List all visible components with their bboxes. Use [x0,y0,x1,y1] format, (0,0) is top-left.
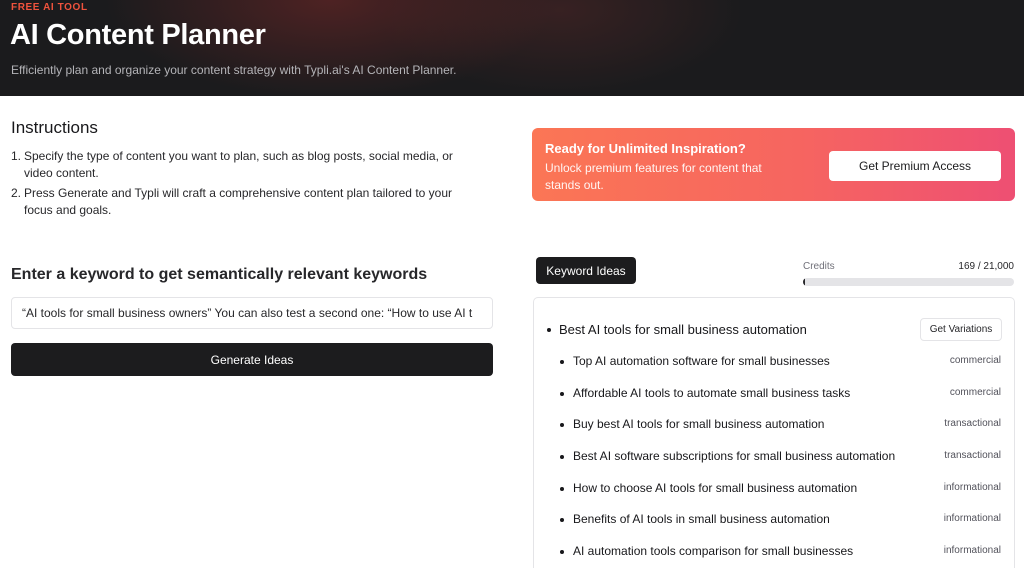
keyword-text: Affordable AI tools to automate small bu… [573,385,851,400]
bullet-icon [560,550,564,555]
keyword-row: Buy best AI tools for small business aut… [560,415,1001,447]
intent-tag: commercial [949,355,1001,366]
credits-value: 169 / 21,000 [958,261,1014,272]
keyword-row: Affordable AI tools to automate small bu… [560,384,1001,416]
keyword-text: Benefits of AI tools in small business a… [573,512,830,527]
instruction-step: 1. Specify the type of content you want … [11,148,481,182]
step-text: Press Generate and Typli will craft a co… [24,186,453,217]
intent-tag: informational [943,513,1001,525]
promo-text: Unlock premium features for content that… [545,161,762,192]
main-keyword: Best AI tools for small business automat… [547,322,807,337]
bullet-icon [560,455,564,460]
keyword-text: AI automation tools comparison for small… [573,544,854,559]
tab-keyword-ideas[interactable]: Keyword Ideas [536,257,636,284]
bullet-icon [560,391,564,396]
keyword-row: AI automation tools comparison for small… [560,542,1001,568]
hero-banner: FREE AI TOOL AI Content Planner Efficien… [0,0,1024,96]
page-title: AI Content Planner [10,19,266,51]
get-premium-button[interactable]: Get Premium Access [829,151,1001,181]
bullet-icon [560,486,564,491]
tool-eyebrow: FREE AI TOOL [11,2,88,13]
keyword-list: Top AI automation software for small bus… [560,352,1001,568]
intent-tag: transactional [944,450,1001,462]
instruction-step: 2. Press Generate and Typli will craft a… [11,185,481,219]
credits-progress-fill [803,278,806,286]
keyword-text: Buy best AI tools for small business aut… [573,417,825,432]
keyword-row: Best AI software subscriptions for small… [560,447,1001,479]
instructions-section: Instructions 1. Specify the type of cont… [11,118,481,222]
keyword-row: Benefits of AI tools in small business a… [560,510,1001,542]
keyword-text: Best AI software subscriptions for small… [573,449,896,464]
bullet-icon [560,360,564,364]
main-keyword-text: Best AI tools for small business automat… [559,322,807,337]
generate-ideas-button[interactable]: Generate Ideas [11,343,493,376]
premium-promo-card: Ready for Unlimited Inspiration? Unlock … [532,128,1015,201]
keyword-row: Top AI automation software for small bus… [560,352,1001,384]
intent-tag: commercial [949,386,1001,398]
step-text: Specify the type of content you want to … [24,149,453,180]
instructions-heading: Instructions [11,118,98,137]
keyword-results-panel: Best AI tools for small business automat… [533,297,1015,568]
page-subtitle: Efficiently plan and organize your conte… [11,63,457,77]
keyword-form-heading: Enter a keyword to get semantically rele… [11,266,428,283]
credits-progress-bar [803,278,1014,286]
bullet-icon [547,327,551,332]
keyword-row: How to choose AI tools for small busines… [560,479,1001,511]
intent-tag: informational [943,481,1001,493]
credits-label: Credits [803,261,835,272]
promo-title: Ready for Unlimited Inspiration? [545,141,746,156]
keyword-text: Top AI automation software for small bus… [573,354,830,368]
intent-tag: informational [943,545,1001,557]
instructions-list: 1. Specify the type of content you want … [11,148,481,219]
step-number: 1. [11,149,22,163]
step-number: 2. [11,186,22,200]
intent-tag: transactional [944,418,1001,430]
bullet-icon [560,518,564,523]
bullet-icon [560,423,564,428]
keyword-input[interactable]: “AI tools for small business owners” You… [11,297,493,329]
get-variations-button[interactable]: Get Variations [920,318,1002,341]
keyword-text: How to choose AI tools for small busines… [573,480,858,495]
